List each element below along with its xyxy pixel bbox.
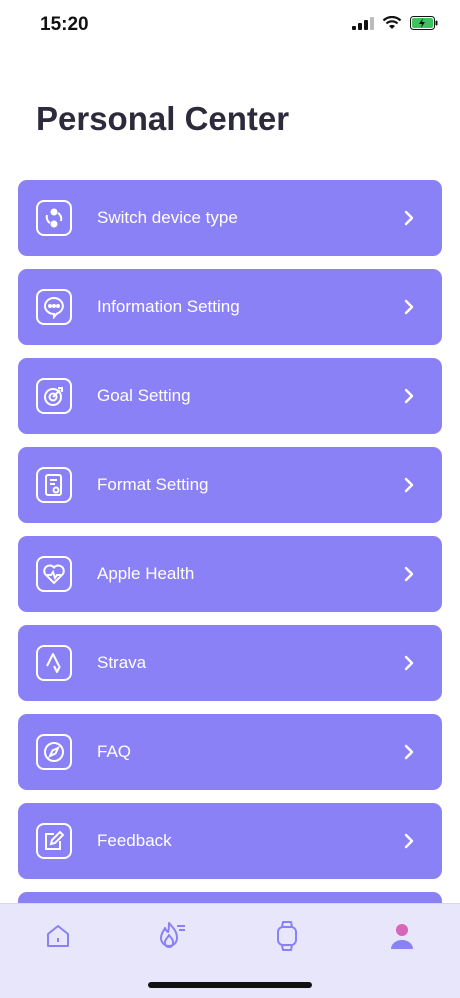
- cellular-signal-icon: [352, 17, 374, 30]
- menu-item-label: FAQ: [97, 742, 132, 761]
- watch-icon: [277, 921, 297, 951]
- battery-charging-icon: [410, 16, 438, 30]
- target-icon: [36, 378, 72, 414]
- chevron-right-icon: [404, 833, 414, 849]
- menu-item-goal-setting[interactable]: Goal Setting: [18, 358, 442, 434]
- flame-icon: [160, 922, 185, 948]
- heart-pulse-icon: [36, 556, 72, 592]
- menu-item-label: Strava: [97, 653, 147, 672]
- menu-item-label: Goal Setting: [97, 386, 191, 405]
- tab-activity[interactable]: [153, 918, 189, 954]
- profile-icon: [391, 924, 413, 949]
- chevron-right-icon: [404, 744, 414, 760]
- tab-profile[interactable]: [384, 918, 420, 954]
- menu-item-information-setting[interactable]: Information Setting: [18, 269, 442, 345]
- menu-item-label: Information Setting: [97, 297, 240, 316]
- menu-item-label: Format Setting: [97, 475, 209, 494]
- status-icons: [352, 16, 438, 30]
- menu-item-switch-device-type[interactable]: Switch device type: [18, 180, 442, 256]
- settings-menu: Switch device type Information Setting G…: [18, 180, 442, 912]
- menu-item-format-setting[interactable]: Format Setting: [18, 447, 442, 523]
- menu-item-label: Feedback: [97, 831, 172, 850]
- chevron-right-icon: [404, 477, 414, 493]
- tab-device[interactable]: [269, 918, 305, 954]
- menu-item-apple-health[interactable]: Apple Health: [18, 536, 442, 612]
- menu-item-feedback[interactable]: Feedback: [18, 803, 442, 879]
- status-time: 15:20: [40, 14, 89, 35]
- edit-note-icon: [36, 823, 72, 859]
- document-gear-icon: [36, 467, 72, 503]
- menu-item-label: Switch device type: [97, 208, 238, 227]
- home-indicator: [148, 982, 312, 988]
- chevron-right-icon: [404, 299, 414, 315]
- chat-bubble-icon: [36, 289, 72, 325]
- chevron-right-icon: [404, 566, 414, 582]
- strava-icon: [36, 645, 72, 681]
- compass-icon: [36, 734, 72, 770]
- page-title: Personal Center: [36, 100, 290, 137]
- chevron-right-icon: [404, 210, 414, 226]
- status-bar: 15:20: [0, 0, 460, 50]
- menu-item-label: Apple Health: [97, 564, 195, 583]
- chevron-right-icon: [404, 655, 414, 671]
- switch-device-icon: [36, 200, 72, 236]
- menu-item-strava[interactable]: Strava: [18, 625, 442, 701]
- wifi-icon: [382, 16, 402, 29]
- chevron-right-icon: [404, 388, 414, 404]
- menu-item-faq[interactable]: FAQ: [18, 714, 442, 790]
- tab-home[interactable]: [40, 918, 76, 954]
- home-icon: [47, 925, 69, 947]
